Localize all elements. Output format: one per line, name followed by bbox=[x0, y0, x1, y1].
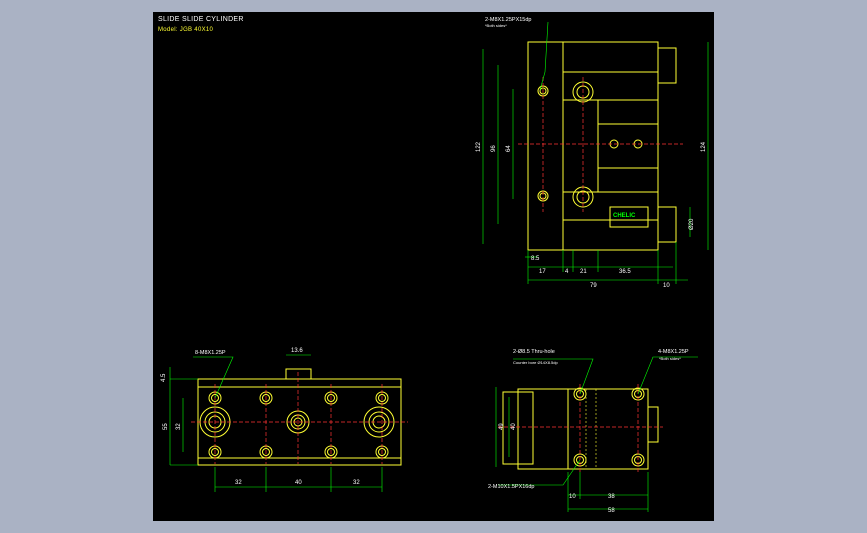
callout-both-sides-2: *Both sides* bbox=[659, 356, 681, 361]
dim-10-end: 10 bbox=[569, 494, 576, 500]
dim-124: 124 bbox=[701, 141, 707, 152]
dim-10: 10 bbox=[663, 283, 670, 289]
callout-both-sides: *Both sides* bbox=[485, 23, 507, 28]
dim-32-vert: 32 bbox=[176, 423, 182, 430]
dim-dia-20: Ø20 bbox=[689, 218, 695, 230]
top-view: CHELIC 122 96 64 124 8.5 17 4 21 36.5 79… bbox=[476, 17, 709, 289]
stopper-lower bbox=[657, 206, 677, 243]
dim-38: 38 bbox=[608, 494, 615, 500]
stopper-upper bbox=[657, 47, 677, 84]
end-body bbox=[517, 388, 649, 470]
dim-49: 49 bbox=[499, 423, 505, 430]
dim-96: 96 bbox=[491, 145, 497, 152]
callout-thru-hole: 2-Ø8.5 Thru-hole bbox=[513, 349, 555, 355]
dim-17: 17 bbox=[539, 269, 546, 275]
dim-40: 40 bbox=[295, 480, 302, 486]
callout-4-m8: 4-M8X1.25P bbox=[658, 349, 689, 355]
callout-m10: 2-M10X1.5PX16dp bbox=[488, 484, 534, 490]
dim-36-5: 36.5 bbox=[619, 269, 631, 275]
bottom-right-view: 49 40 10 38 58 2-Ø8.5 Thru-hole Counter … bbox=[488, 349, 698, 514]
dim-4-5: 4.5 bbox=[161, 373, 167, 382]
bottom-left-view: 13.6 4.5 55 32 32 40 32 8-M8X1.25P bbox=[161, 348, 408, 492]
dim-32-left: 32 bbox=[235, 480, 242, 486]
dim-8-5: 8.5 bbox=[531, 256, 540, 262]
drawing-canvas: SLIDE SLIDE CYLINDER Model: JGB 40X10 CH… bbox=[153, 12, 714, 521]
port-boss bbox=[285, 368, 312, 380]
callout-counter-bore: Counter bore Ø14X8.5dp bbox=[513, 360, 558, 365]
mount-plate bbox=[527, 41, 564, 251]
chelic-logo: CHELIC bbox=[613, 213, 636, 219]
dim-32-right: 32 bbox=[353, 480, 360, 486]
dim-55: 55 bbox=[163, 423, 169, 430]
slide-block bbox=[597, 99, 659, 193]
cad-drawing: CHELIC 122 96 64 124 8.5 17 4 21 36.5 79… bbox=[161, 17, 709, 514]
end-stopper bbox=[647, 406, 659, 443]
dim-58: 58 bbox=[608, 508, 615, 514]
dim-4: 4 bbox=[565, 269, 569, 275]
dim-21: 21 bbox=[580, 269, 587, 275]
dim-122: 122 bbox=[476, 141, 482, 152]
dim-64: 64 bbox=[506, 145, 512, 152]
dim-79: 79 bbox=[590, 283, 597, 289]
callout-8-m8: 8-M8X1.25P bbox=[195, 350, 226, 356]
dim-13-6: 13.6 bbox=[291, 348, 303, 354]
dim-40-vert: 40 bbox=[511, 423, 517, 430]
